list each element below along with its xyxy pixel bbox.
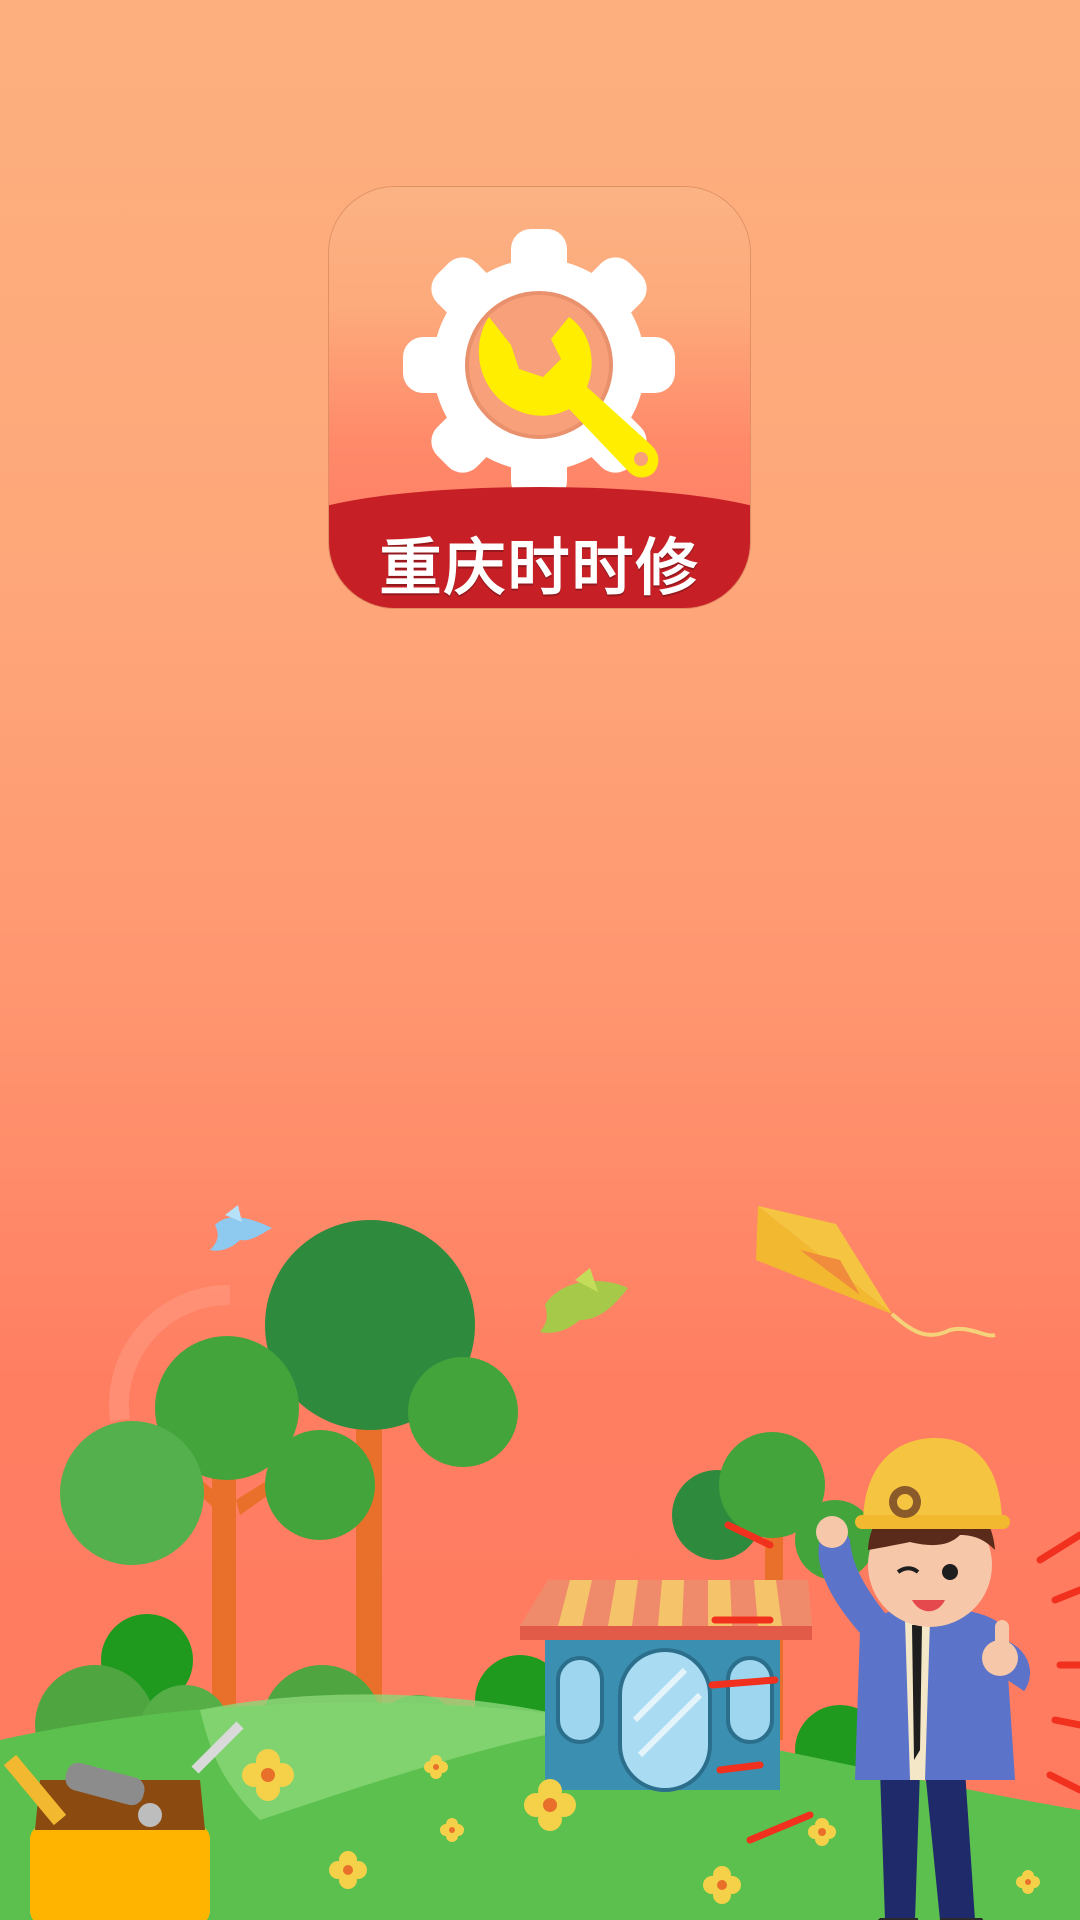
kite-icon (756, 1206, 996, 1338)
shop-building (520, 1580, 812, 1792)
app-name: 重庆时时修 (379, 531, 700, 604)
blue-bird-icon (210, 1205, 272, 1251)
green-bird-icon (540, 1268, 628, 1333)
landscape-illustration (0, 1205, 1080, 1920)
app-icon: 重庆时时修 (329, 187, 750, 608)
